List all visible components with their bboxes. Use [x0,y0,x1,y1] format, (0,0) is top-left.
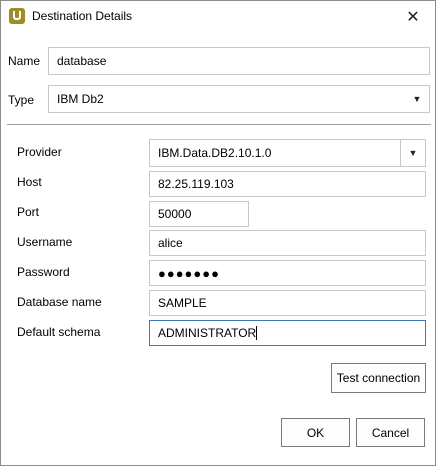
chevron-down-icon: ▼ [412,94,422,104]
window-title: Destination Details [32,9,133,23]
provider-value: IBM.Data.DB2.10.1.0 [158,146,272,160]
close-icon: ✕ [406,8,420,26]
type-value: IBM Db2 [57,92,104,106]
destination-details-dialog: Destination Details ✕ Name database Type… [0,0,436,466]
ok-label: OK [306,425,325,440]
database-name-label: Database name [17,295,102,309]
port-value: 50000 [158,207,192,221]
username-value: alice [158,236,183,250]
divider [7,124,431,125]
app-logo-icon [9,8,25,24]
default-schema-input[interactable]: ADMINISTRATOR [149,320,426,346]
test-connection-label: Test connection [336,371,421,385]
name-label: Name [8,54,41,68]
port-label: Port [17,205,40,219]
type-dropdown[interactable]: IBM Db2 ▼ [48,85,430,113]
host-input[interactable]: 82.25.119.103 [149,171,426,197]
default-schema-label: Default schema [17,325,101,339]
ok-button[interactable]: OK [281,418,350,447]
cancel-label: Cancel [371,425,410,440]
host-label: Host [17,175,42,189]
test-connection-button[interactable]: Test connection [331,363,426,393]
name-value: database [57,54,107,68]
name-input[interactable]: database [48,47,430,75]
password-label: Password [17,265,70,279]
host-value: 82.25.119.103 [158,177,234,191]
username-label: Username [17,235,73,249]
chevron-down-icon: ▼ [400,140,425,166]
username-input[interactable]: alice [149,230,426,256]
password-input[interactable]: ●●●●●●● [149,260,426,286]
password-value: ●●●●●●● [158,265,220,281]
default-schema-value: ADMINISTRATOR [158,326,257,340]
database-name-input[interactable]: SAMPLE [149,290,426,316]
database-name-value: SAMPLE [158,296,207,310]
port-input[interactable]: 50000 [149,201,249,227]
title-bar: Destination Details ✕ [1,1,435,32]
provider-dropdown[interactable]: IBM.Data.DB2.10.1.0 ▼ [149,139,426,167]
text-caret [256,326,258,340]
type-label: Type [8,93,35,107]
cancel-button[interactable]: Cancel [356,418,425,447]
close-button[interactable]: ✕ [391,1,435,32]
provider-label: Provider [17,145,62,159]
